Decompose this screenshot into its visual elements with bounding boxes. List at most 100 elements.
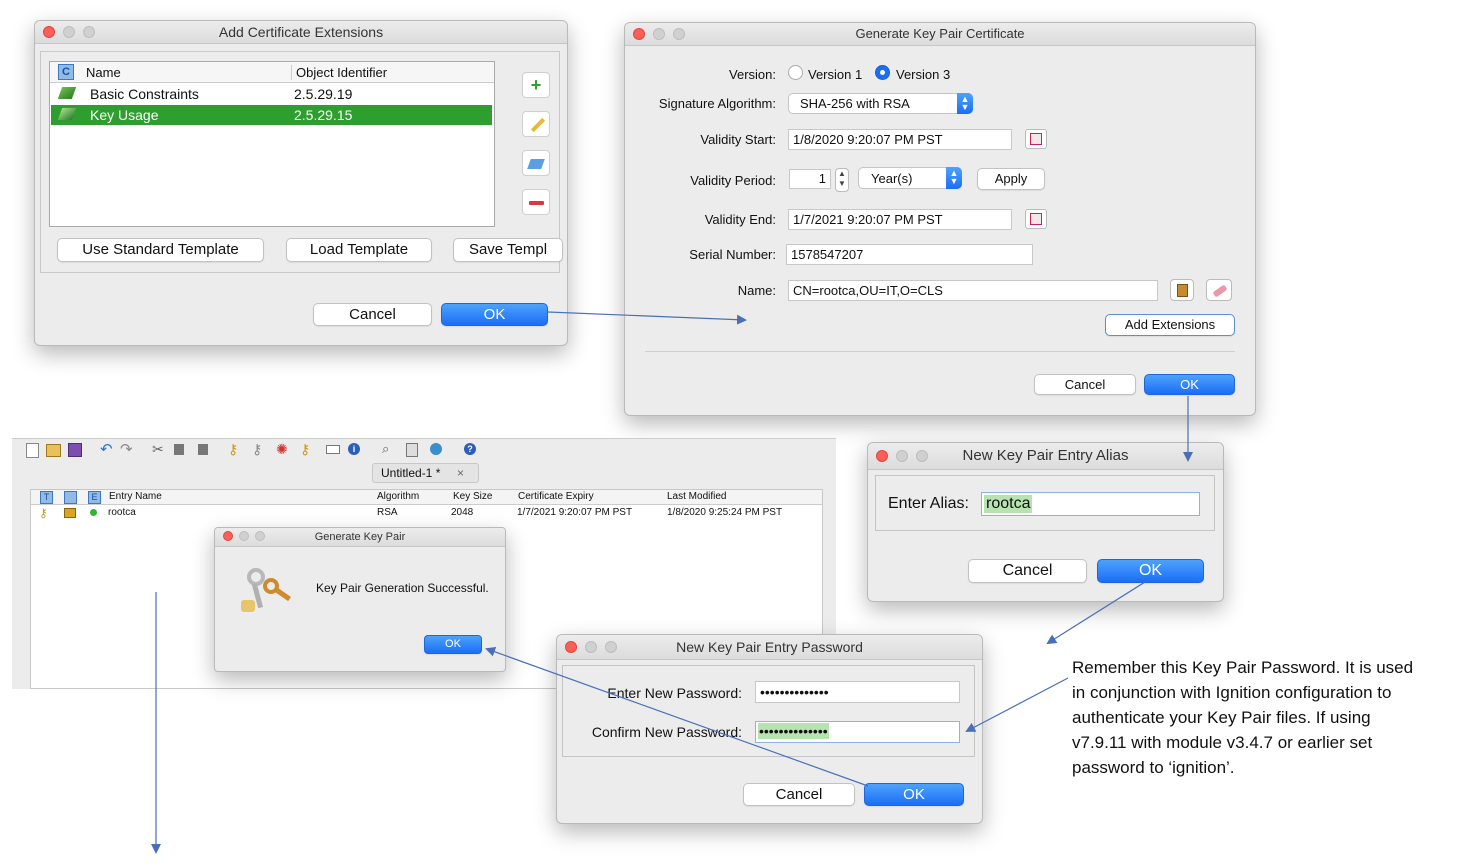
table-row-selected[interactable]: Key Usage 2.5.29.15	[51, 105, 492, 125]
validity-period-field[interactable]: 1	[789, 169, 831, 189]
paste-icon[interactable]	[198, 444, 208, 455]
table-row[interactable]: ⚷ rootca RSA 2048 1/7/2021 9:20:07 PM PS…	[31, 506, 822, 520]
extension-icon	[57, 87, 77, 99]
pencil-icon	[530, 117, 546, 133]
keystore-tab[interactable]: Untitled-1 * ×	[372, 463, 479, 483]
toggle-critical-button[interactable]	[522, 150, 550, 176]
clear-name-eraser-icon[interactable]	[1206, 279, 1232, 301]
column-header-oid[interactable]: Object Identifier	[291, 65, 387, 80]
tab-label: Untitled-1 *	[381, 466, 441, 480]
import-trusted-cert-icon[interactable]: ✺	[276, 441, 288, 458]
cut-icon[interactable]: ✂	[152, 441, 164, 458]
zoom-window-button[interactable]	[255, 531, 265, 541]
ok-button[interactable]: OK	[424, 635, 482, 654]
new-icon[interactable]	[26, 443, 39, 458]
minimize-window-button[interactable]	[585, 641, 597, 653]
examine-clipboard-icon[interactable]	[406, 443, 418, 457]
set-password-icon[interactable]	[326, 445, 340, 454]
cancel-button[interactable]: Cancel	[1034, 374, 1136, 395]
save-template-button[interactable]: Save Templ	[453, 238, 563, 262]
validity-start-field[interactable]: 1/8/2020 9:20:07 PM PST	[788, 129, 1012, 150]
zoom-window-button[interactable]	[83, 26, 95, 38]
column-header-lock-icon[interactable]	[64, 491, 77, 504]
load-template-button[interactable]: Load Template	[286, 238, 432, 262]
column-header-entry-name[interactable]: Entry Name	[109, 491, 162, 502]
cancel-button[interactable]: Cancel	[743, 783, 855, 806]
serial-number-label: Serial Number:	[689, 247, 776, 262]
add-certificate-extensions-dialog: Add Certificate Extensions C Name Object…	[34, 20, 568, 346]
validity-period-stepper[interactable]: ▲ ▼	[835, 168, 849, 192]
ok-button[interactable]: OK	[441, 303, 548, 326]
distinguished-name-field[interactable]: CN=rootca,OU=IT,O=CLS	[788, 280, 1158, 301]
alias-value: rootca	[984, 495, 1033, 513]
ok-button[interactable]: OK	[1144, 374, 1235, 395]
edit-name-book-icon[interactable]	[1170, 279, 1194, 301]
minimize-window-button[interactable]	[896, 450, 908, 462]
edit-extension-button[interactable]	[522, 111, 550, 137]
column-header-name[interactable]: Name	[86, 65, 121, 80]
ok-button[interactable]: OK	[1097, 559, 1204, 583]
remove-extension-button[interactable]	[522, 189, 550, 215]
close-window-button[interactable]	[565, 641, 577, 653]
close-window-button[interactable]	[876, 450, 888, 462]
calendar-icon[interactable]	[1025, 129, 1047, 149]
zoom-window-button[interactable]	[673, 28, 685, 40]
close-window-button[interactable]	[43, 26, 55, 38]
name-label: Name:	[737, 283, 776, 298]
generate-secret-key-icon[interactable]: ⚷	[252, 441, 262, 458]
minimize-window-button[interactable]	[63, 26, 75, 38]
tab-close-icon[interactable]: ×	[457, 464, 464, 482]
column-header-key-size[interactable]: Key Size	[453, 491, 492, 502]
confirm-password-field[interactable]: ••••••••••••••	[755, 721, 960, 743]
keys-icon	[237, 564, 293, 616]
validity-end-field[interactable]: 1/7/2021 9:20:07 PM PST	[788, 209, 1012, 230]
table-row[interactable]: Basic Constraints 2.5.29.19	[50, 84, 492, 104]
redo-icon[interactable]: ↷	[120, 440, 133, 458]
dialog-title: Add Certificate Extensions	[218, 24, 384, 40]
column-header-expired-icon[interactable]: E	[88, 491, 101, 504]
examine-ssl-icon[interactable]	[430, 443, 442, 455]
add-extension-button[interactable]: +	[522, 72, 550, 98]
validity-period-unit-select[interactable]: Year(s) ▲ ▼	[858, 167, 962, 189]
extensions-table[interactable]: C Name Object Identifier Basic Constrain…	[49, 61, 495, 227]
ok-button[interactable]: OK	[864, 783, 964, 806]
open-icon[interactable]	[46, 444, 61, 457]
window-controls	[633, 28, 685, 40]
apply-button[interactable]: Apply	[977, 168, 1045, 190]
minimize-window-button[interactable]	[239, 531, 249, 541]
enter-password-field[interactable]: ••••••••••••••	[755, 681, 960, 703]
cancel-button[interactable]: Cancel	[313, 303, 432, 326]
radio-dot	[880, 70, 885, 75]
import-key-pair-icon[interactable]: ⚷	[300, 441, 310, 458]
column-header-algorithm[interactable]: Algorithm	[377, 491, 419, 502]
save-icon[interactable]	[68, 443, 82, 457]
cancel-button[interactable]: Cancel	[968, 559, 1087, 583]
version1-radio[interactable]	[788, 65, 803, 80]
help-icon[interactable]: ?	[464, 443, 476, 455]
signature-algorithm-value: SHA-256 with RSA	[800, 96, 910, 111]
column-header-certificate-expiry[interactable]: Certificate Expiry	[518, 491, 594, 502]
close-window-button[interactable]	[223, 531, 233, 541]
chevron-updown-icon: ▲ ▼	[957, 93, 973, 114]
alias-field[interactable]: rootca	[981, 492, 1200, 516]
minimize-window-button[interactable]	[653, 28, 665, 40]
generate-key-pair-icon[interactable]: ⚷	[228, 441, 238, 458]
extension-name: Basic Constraints	[90, 86, 199, 102]
calendar-icon[interactable]	[1025, 209, 1047, 229]
use-standard-template-button[interactable]: Use Standard Template	[57, 238, 264, 262]
add-extensions-button[interactable]: Add Extensions	[1105, 314, 1235, 336]
close-window-button[interactable]	[633, 28, 645, 40]
properties-icon[interactable]: i	[348, 443, 360, 455]
serial-number-field[interactable]: 1578547207	[786, 244, 1033, 265]
undo-icon[interactable]: ↶	[100, 440, 113, 458]
examine-file-icon[interactable]: ⌕	[382, 441, 389, 457]
zoom-window-button[interactable]	[605, 641, 617, 653]
zoom-window-button[interactable]	[916, 450, 928, 462]
signature-algorithm-select[interactable]: SHA-256 with RSA ▲ ▼	[788, 93, 973, 114]
copy-icon[interactable]	[174, 444, 184, 455]
column-header-last-modified[interactable]: Last Modified	[667, 491, 726, 502]
dialog-title: Generate Key Pair Certificate	[855, 26, 1025, 41]
version3-radio[interactable]	[875, 65, 890, 80]
validity-period-label: Validity Period:	[690, 173, 776, 188]
column-header-type-icon[interactable]: T	[40, 491, 53, 504]
